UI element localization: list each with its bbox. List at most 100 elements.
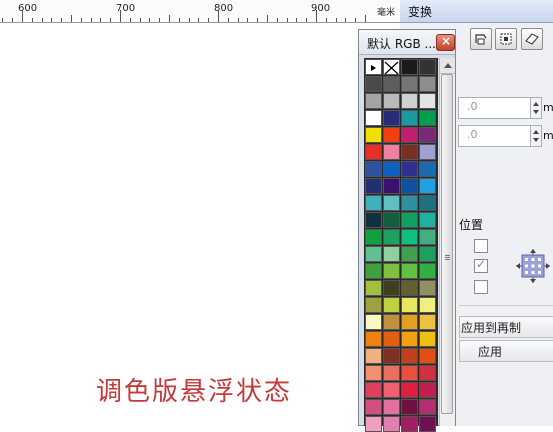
color-swatch[interactable]: [419, 297, 436, 313]
color-swatch[interactable]: [419, 110, 436, 126]
color-swatch[interactable]: [365, 110, 382, 126]
canvas-caption-text[interactable]: 调色版悬浮状态: [96, 371, 292, 408]
anchor-position-grid[interactable]: [516, 249, 550, 283]
color-swatch[interactable]: [383, 127, 400, 143]
color-swatch[interactable]: [419, 229, 436, 245]
color-swatch[interactable]: [419, 246, 436, 262]
color-swatch[interactable]: [401, 195, 418, 211]
color-swatch[interactable]: [365, 246, 382, 262]
color-swatch[interactable]: [365, 382, 382, 398]
color-swatch[interactable]: [383, 195, 400, 211]
color-swatch[interactable]: [419, 280, 436, 296]
color-swatch[interactable]: [401, 212, 418, 228]
palette-titlebar[interactable]: 默认 RGB ... ×: [359, 30, 455, 55]
color-swatch[interactable]: [383, 110, 400, 126]
color-swatch[interactable]: [365, 280, 382, 296]
color-swatch[interactable]: [401, 161, 418, 177]
color-swatch[interactable]: [383, 161, 400, 177]
color-swatch[interactable]: [365, 195, 382, 211]
color-swatch[interactable]: [419, 314, 436, 330]
scale-button[interactable]: [495, 28, 517, 50]
spinner-arrows[interactable]: [530, 98, 541, 118]
color-swatch[interactable]: [365, 127, 382, 143]
color-swatch[interactable]: [365, 229, 382, 245]
no-fill-swatch[interactable]: [383, 59, 400, 75]
rotate-button[interactable]: [470, 28, 492, 50]
apply-button[interactable]: 应用: [459, 340, 553, 362]
color-swatch[interactable]: [401, 314, 418, 330]
color-swatch[interactable]: [401, 93, 418, 109]
color-swatch[interactable]: [383, 93, 400, 109]
color-swatch[interactable]: [401, 127, 418, 143]
color-swatch[interactable]: [419, 212, 436, 228]
color-swatch[interactable]: [383, 212, 400, 228]
color-swatch[interactable]: [419, 76, 436, 92]
horizontal-ruler[interactable]: 600 700 800 900 毫米: [0, 0, 400, 23]
color-swatch[interactable]: [383, 399, 400, 415]
color-swatch[interactable]: [419, 178, 436, 194]
color-swatch[interactable]: [401, 263, 418, 279]
color-swatch[interactable]: [419, 365, 436, 381]
color-swatch[interactable]: [383, 144, 400, 160]
palette-scrollbar[interactable]: [439, 58, 455, 426]
color-swatch[interactable]: [383, 263, 400, 279]
scroll-up-button[interactable]: [440, 58, 455, 74]
color-swatch[interactable]: [401, 348, 418, 364]
color-swatch[interactable]: [401, 382, 418, 398]
color-swatch[interactable]: [401, 246, 418, 262]
color-swatch[interactable]: [383, 331, 400, 347]
color-swatch[interactable]: [401, 229, 418, 245]
color-swatch[interactable]: [383, 348, 400, 364]
color-swatch[interactable]: [365, 212, 382, 228]
color-swatch[interactable]: [383, 246, 400, 262]
drawing-canvas[interactable]: 调色版悬浮状态: [0, 23, 358, 426]
color-swatch[interactable]: [365, 348, 382, 364]
color-swatch[interactable]: [401, 144, 418, 160]
color-swatch[interactable]: [383, 76, 400, 92]
color-swatch[interactable]: [383, 297, 400, 313]
color-swatch[interactable]: [419, 144, 436, 160]
transform-x-field[interactable]: .0: [458, 97, 542, 119]
relative-position-checkbox[interactable]: [474, 239, 488, 253]
color-swatch[interactable]: [383, 314, 400, 330]
color-swatch[interactable]: [419, 263, 436, 279]
color-swatch[interactable]: [365, 297, 382, 313]
color-swatch[interactable]: [365, 76, 382, 92]
apply-to-duplicate-button[interactable]: 应用到再制: [459, 316, 553, 338]
spinner-arrows[interactable]: [530, 126, 541, 146]
color-swatch[interactable]: [419, 161, 436, 177]
color-swatch[interactable]: [383, 365, 400, 381]
color-swatch[interactable]: [365, 416, 382, 432]
color-swatch[interactable]: [419, 331, 436, 347]
color-swatch[interactable]: [401, 76, 418, 92]
color-swatch[interactable]: [383, 382, 400, 398]
scroll-thumb[interactable]: [441, 74, 453, 414]
color-swatch[interactable]: [383, 178, 400, 194]
color-swatch[interactable]: [383, 280, 400, 296]
color-swatch[interactable]: [365, 93, 382, 109]
color-swatch[interactable]: [365, 178, 382, 194]
color-swatch[interactable]: [401, 297, 418, 313]
proportional-checkbox[interactable]: [474, 257, 488, 273]
color-swatch[interactable]: [419, 382, 436, 398]
docker-tab-transform[interactable]: 变换: [400, 0, 553, 23]
color-swatch[interactable]: [401, 416, 418, 432]
color-swatch[interactable]: [419, 399, 436, 415]
color-swatch[interactable]: [383, 416, 400, 432]
color-swatch[interactable]: [419, 348, 436, 364]
color-swatch[interactable]: [401, 280, 418, 296]
color-swatch[interactable]: [401, 399, 418, 415]
color-swatch[interactable]: [419, 416, 436, 432]
palette-close-button[interactable]: ×: [436, 34, 455, 51]
color-swatch[interactable]: [365, 263, 382, 279]
color-swatch[interactable]: [401, 178, 418, 194]
color-swatch[interactable]: [401, 365, 418, 381]
palette-pointer-swatch[interactable]: [365, 59, 382, 75]
color-swatch[interactable]: [401, 110, 418, 126]
color-swatch[interactable]: [365, 144, 382, 160]
color-swatch[interactable]: [383, 229, 400, 245]
color-swatch[interactable]: [401, 331, 418, 347]
color-swatch[interactable]: [419, 59, 436, 75]
color-swatch[interactable]: [365, 161, 382, 177]
color-swatch[interactable]: [365, 365, 382, 381]
